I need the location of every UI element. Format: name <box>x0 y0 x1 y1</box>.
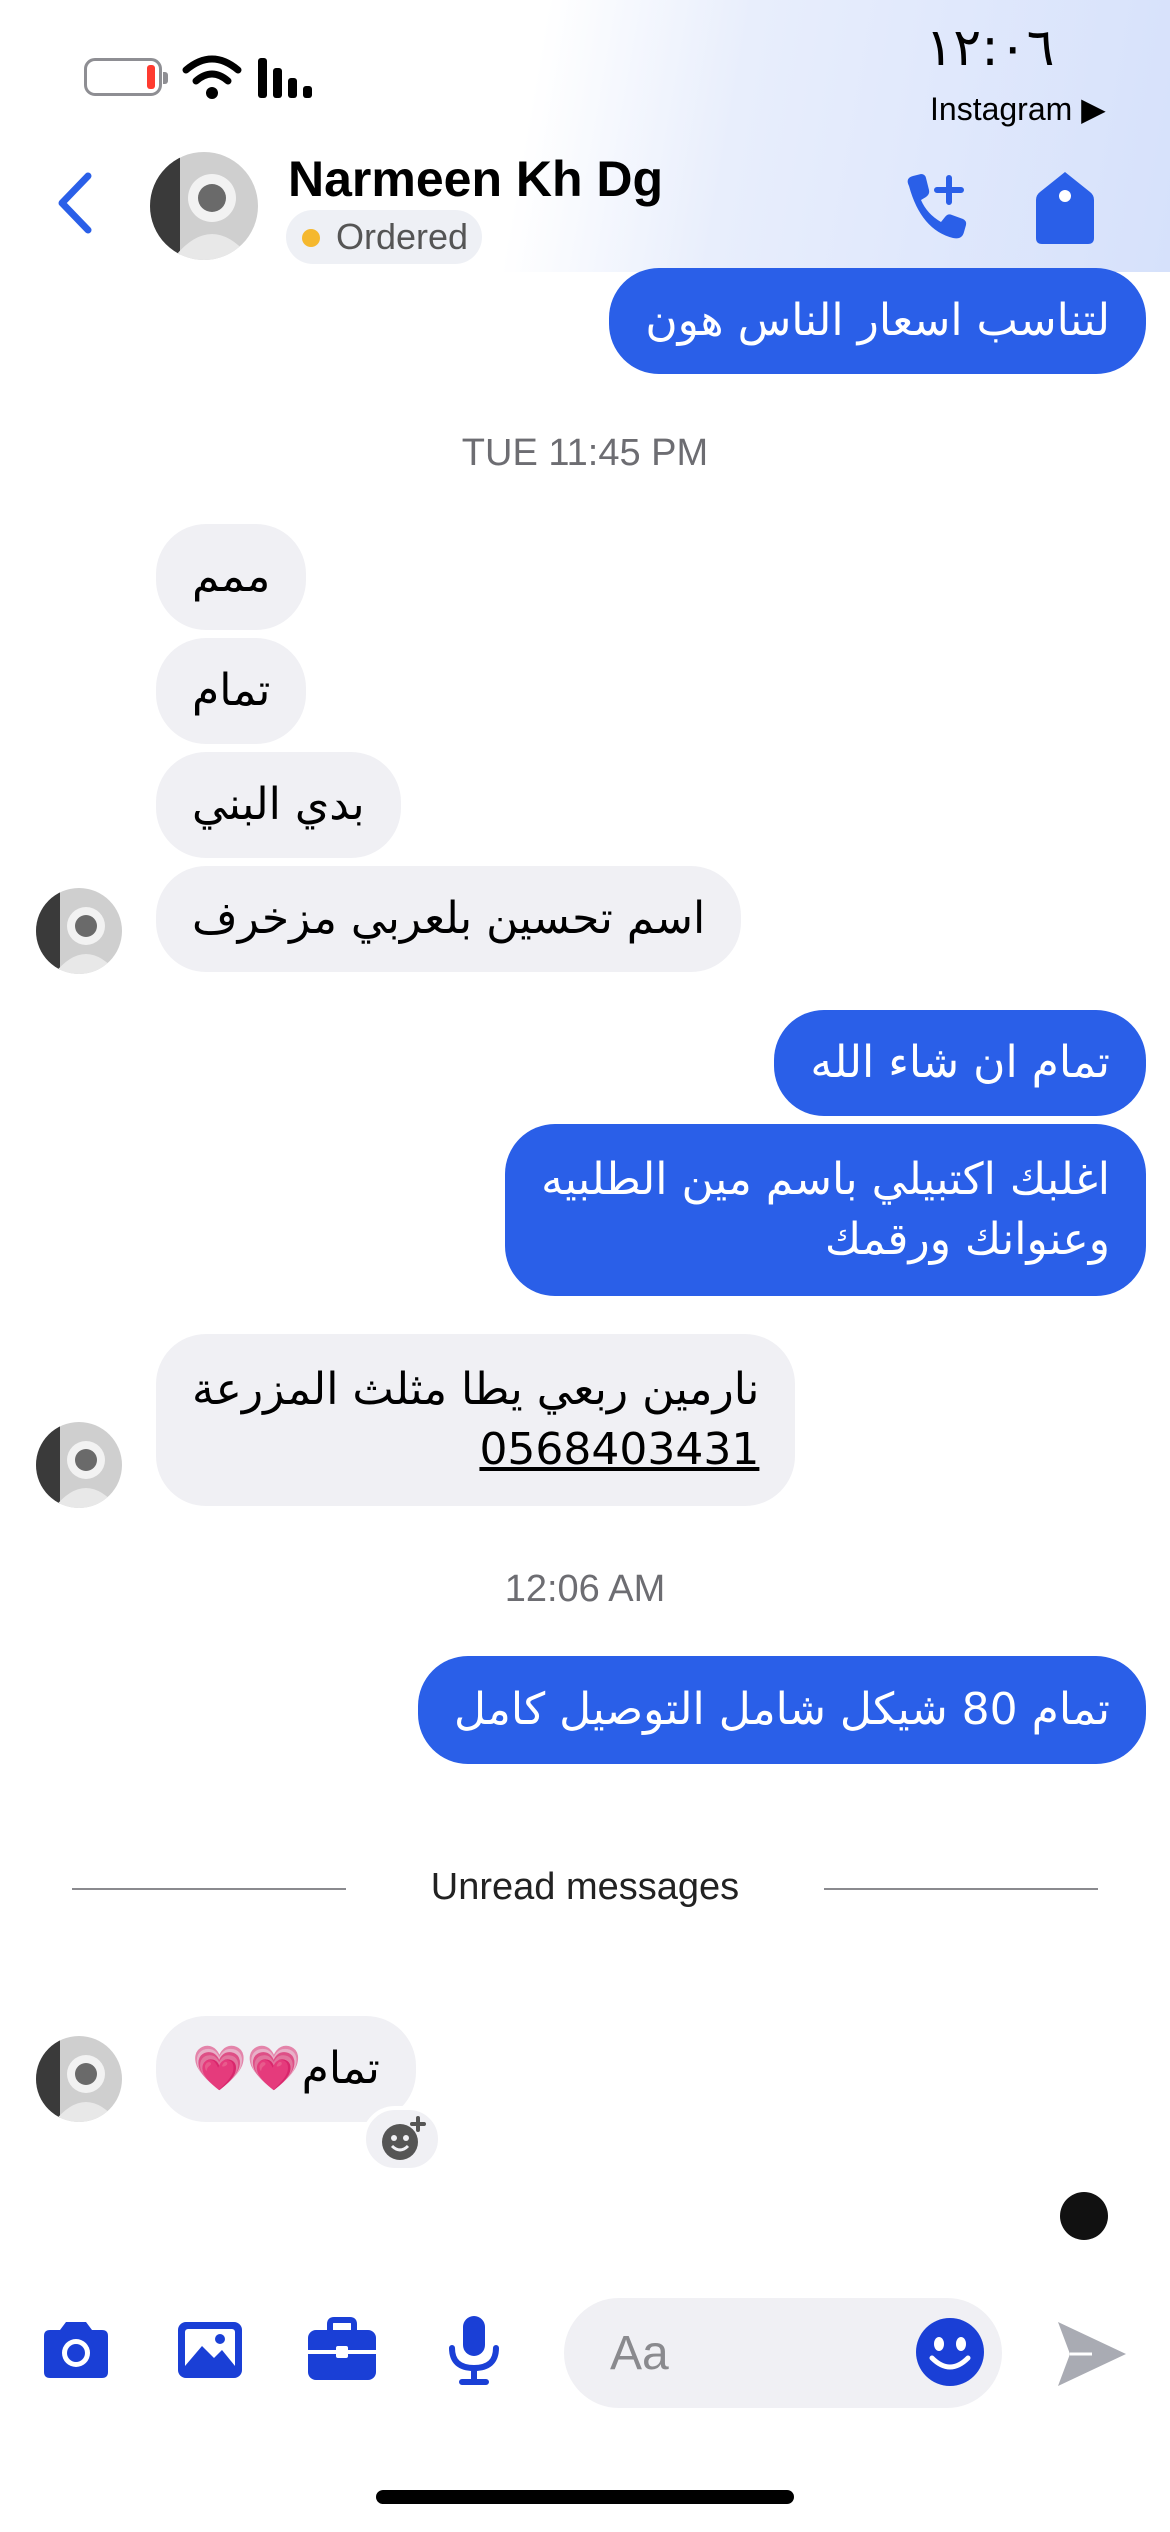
briefcase-icon[interactable] <box>302 2310 382 2390</box>
unread-messages-label: Unread messages <box>430 1866 740 1908</box>
sent-message[interactable]: اغلبك اكتبيلي باسم مين الطلبيه وعنوانك و… <box>505 1124 1146 1296</box>
seen-indicator-avatar <box>1060 2192 1108 2240</box>
sent-message[interactable]: تمام 80 شيكل شامل التوصيل كامل <box>417 1656 1146 1764</box>
tag-icon[interactable] <box>1030 168 1100 248</box>
sent-message[interactable]: تمام ان شاء الله <box>774 1010 1146 1116</box>
sent-message[interactable]: لتناسب اسعار الناس هون <box>609 268 1146 374</box>
received-message[interactable]: تمام <box>156 638 307 744</box>
back-to-app-link[interactable]: Instagram ▶ <box>930 90 1106 128</box>
sender-avatar[interactable] <box>36 2036 122 2122</box>
received-message[interactable]: تمام💗💗 <box>156 2016 416 2122</box>
add-reaction-button[interactable] <box>362 2106 442 2172</box>
add-call-icon[interactable] <box>895 168 975 248</box>
home-indicator <box>376 2490 794 2504</box>
battery-icon <box>84 58 168 96</box>
emoji-icon[interactable] <box>910 2312 990 2392</box>
signal-icon <box>258 58 312 98</box>
add-reaction-icon <box>382 2116 426 2160</box>
status-bar: ١٢:٠٦ Instagram ▶ <box>0 0 1170 140</box>
timestamp: TUE 11:45 PM <box>461 432 709 474</box>
message-line: اغلبك اكتبيلي باسم مين الطلبيه <box>541 1154 1110 1205</box>
message-line: وعنوانك ورقمك <box>824 1214 1110 1265</box>
order-label-pill[interactable]: Ordered <box>286 210 483 264</box>
phone-number-link[interactable]: 0568403431 <box>479 1420 759 1480</box>
contact-avatar[interactable] <box>150 152 258 260</box>
message-composer <box>0 2290 1170 2410</box>
back-chevron-icon[interactable] <box>50 168 100 238</box>
received-message[interactable]: بدي البني <box>156 752 401 858</box>
microphone-icon[interactable] <box>434 2310 514 2390</box>
order-label-text: Ordered <box>336 216 469 257</box>
message-line: نارمين ربعي يطا مثلث المزرعة <box>192 1364 760 1415</box>
received-message[interactable]: ممم <box>156 524 307 630</box>
status-time: ١٢:٠٦ <box>925 18 1055 78</box>
timestamp: 12:06 AM <box>504 1568 666 1610</box>
sender-avatar[interactable] <box>36 888 122 974</box>
chat-header: Narmeen Kh Dg Ordered <box>0 140 1170 272</box>
camera-icon[interactable] <box>36 2310 116 2390</box>
send-icon[interactable] <box>1052 2314 1132 2394</box>
received-message[interactable]: اسم تحسين بلعربي مزخرف <box>156 866 742 972</box>
gallery-icon[interactable] <box>170 2310 250 2390</box>
wifi-icon <box>182 55 242 99</box>
sender-avatar[interactable] <box>36 1422 122 1508</box>
contact-name[interactable]: Narmeen Kh Dg <box>288 150 663 208</box>
label-dot-icon <box>302 229 320 247</box>
received-message[interactable]: نارمين ربعي يطا مثلث المزرعة 0568403431 <box>156 1334 796 1506</box>
